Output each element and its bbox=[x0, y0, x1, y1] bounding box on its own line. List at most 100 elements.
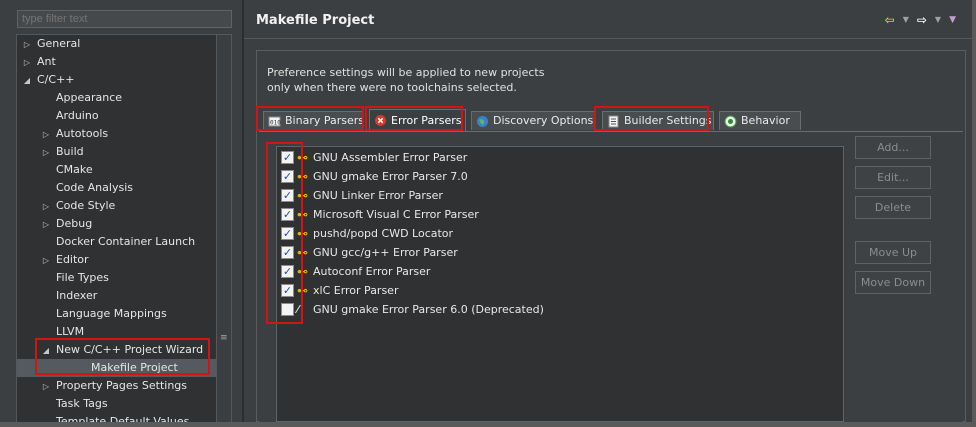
add-button[interactable]: Add... bbox=[855, 136, 931, 159]
error-parser-list[interactable]: ✓ ⊷ GNU Assembler Error Parser ✓ ⊷ GNU gmake … bbox=[276, 146, 844, 422]
tab-bar: 010 Binary Parsers Error Parsers Discove… bbox=[259, 109, 959, 131]
tab-label: Behavior bbox=[741, 114, 790, 127]
parser-label: GNU gcc/g++ Error Parser bbox=[313, 246, 458, 259]
preferences-tree: ▷ General ▷ Ant ◢ C/C++ Appearance Arduino ▷ Auto… bbox=[16, 34, 216, 427]
error-icon bbox=[374, 114, 387, 127]
tree-item[interactable]: ▷ Debug bbox=[17, 215, 216, 233]
move-down-button[interactable]: Move Down bbox=[855, 271, 931, 294]
parser-icon: ⊷ bbox=[297, 189, 308, 202]
tree-item-label: Docker Container Launch bbox=[56, 235, 196, 248]
tree-item[interactable]: ▷ Ant bbox=[17, 53, 216, 71]
move-up-button[interactable]: Move Up bbox=[855, 241, 931, 264]
tree-item[interactable]: LLVM bbox=[17, 323, 216, 341]
tree-item[interactable]: Docker Container Launch bbox=[17, 233, 216, 251]
tree-item[interactable]: ▷ General bbox=[17, 35, 216, 53]
tree-item[interactable]: ▷ Editor bbox=[17, 251, 216, 269]
info-message: Preference settings will be applied to n… bbox=[267, 65, 544, 95]
parser-checkbox[interactable]: ✓ bbox=[281, 189, 294, 202]
parser-checkbox[interactable]: ✓ bbox=[281, 265, 294, 278]
tree-item[interactable]: ▷ Code Style bbox=[17, 197, 216, 215]
expand-icon[interactable]: ▷ bbox=[40, 252, 52, 270]
edit-button[interactable]: Edit... bbox=[855, 166, 931, 189]
parser-row[interactable]: ✓ ⊷ pushd/popd CWD Locator bbox=[281, 224, 453, 243]
delete-button[interactable]: Delete bbox=[855, 196, 931, 219]
tree-item[interactable]: Arduino bbox=[17, 107, 216, 125]
parser-icon: ⊷ bbox=[297, 170, 308, 183]
parser-row[interactable]: ✓⁄ GNU gmake Error Parser 6.0 (Deprecated… bbox=[281, 300, 544, 319]
tab-builder-settings[interactable]: Builder Settings bbox=[602, 111, 714, 130]
svg-text:010: 010 bbox=[270, 119, 281, 126]
parser-checkbox[interactable]: ✓ bbox=[281, 303, 294, 316]
filter-input[interactable] bbox=[17, 10, 232, 28]
parser-checkbox[interactable]: ✓ bbox=[281, 227, 294, 240]
tree-item[interactable]: File Types bbox=[17, 269, 216, 287]
tree-item-label: Code Style bbox=[56, 199, 116, 212]
back-arrow-icon[interactable]: ⇦ bbox=[885, 13, 895, 27]
header-separator bbox=[244, 38, 972, 39]
expand-icon[interactable]: ▷ bbox=[40, 216, 52, 234]
tree-item[interactable]: ◢ C/C++ bbox=[17, 71, 216, 89]
parser-icon: ⊷ bbox=[297, 227, 308, 240]
tree-item-label: Template Default Values bbox=[56, 415, 190, 427]
parser-row[interactable]: ✓ ⊷ GNU gmake Error Parser 7.0 bbox=[281, 167, 468, 186]
expand-icon[interactable]: ▷ bbox=[40, 198, 52, 216]
tree-item[interactable]: ▷ Build bbox=[17, 143, 216, 161]
parser-checkbox[interactable]: ✓ bbox=[281, 151, 294, 164]
forward-arrow-icon[interactable]: ⇨ bbox=[917, 13, 927, 27]
tree-item[interactable]: Indexer bbox=[17, 287, 216, 305]
forward-dropdown-icon[interactable]: ▼ bbox=[935, 13, 941, 27]
parser-icon: ⊷ bbox=[297, 246, 308, 259]
parser-label: pushd/popd CWD Locator bbox=[313, 227, 454, 240]
tab-discovery-options[interactable]: Discovery Options bbox=[471, 111, 596, 130]
parser-checkbox[interactable]: ✓ bbox=[281, 246, 294, 259]
parser-checkbox[interactable]: ✓ bbox=[281, 208, 294, 221]
tab-error-parsers[interactable]: Error Parsers bbox=[369, 109, 466, 131]
scroll-grip-icon[interactable]: ≡ bbox=[220, 334, 228, 347]
tree-item-label: Language Mappings bbox=[56, 307, 167, 320]
expand-icon[interactable]: ▷ bbox=[40, 378, 52, 396]
view-menu-icon[interactable]: ▼ bbox=[949, 13, 956, 27]
tab-label: Binary Parsers bbox=[285, 114, 364, 127]
expand-icon[interactable]: ▷ bbox=[40, 144, 52, 162]
tree-item[interactable]: ▷ Autotools bbox=[17, 125, 216, 143]
tree-scrollbar[interactable]: ≡ bbox=[216, 34, 232, 422]
content-panel: Preference settings will be applied to n… bbox=[256, 50, 966, 422]
parser-row[interactable]: ✓ ⊷ GNU gcc/g++ Error Parser bbox=[281, 243, 458, 262]
collapse-icon[interactable]: ◢ bbox=[21, 72, 33, 90]
parser-row[interactable]: ✓ ⊷ GNU Linker Error Parser bbox=[281, 186, 443, 205]
tree-item[interactable]: CMake bbox=[17, 161, 216, 179]
tree-item-label: General bbox=[37, 37, 81, 50]
tree-item[interactable]: Task Tags bbox=[17, 395, 216, 413]
preferences-navigation: ▷ General ▷ Ant ◢ C/C++ Appearance Arduino ▷ Auto… bbox=[0, 0, 242, 427]
parser-row[interactable]: ✓ ⊷ GNU Assembler Error Parser bbox=[281, 148, 467, 167]
tab-binary-parsers[interactable]: 010 Binary Parsers bbox=[263, 111, 364, 130]
tree-item-label: Build bbox=[56, 145, 84, 158]
parser-checkbox[interactable]: ✓ bbox=[281, 284, 294, 297]
back-dropdown-icon[interactable]: ▼ bbox=[903, 13, 909, 27]
tree-item[interactable]: Code Analysis bbox=[17, 179, 216, 197]
settings-doc-icon bbox=[607, 115, 620, 128]
tree-item[interactable]: Template Default Values bbox=[17, 413, 216, 427]
collapse-icon[interactable]: ◢ bbox=[40, 342, 52, 360]
tree-item-label: Appearance bbox=[56, 91, 123, 104]
parser-row[interactable]: ✓ ⊷ Autoconf Error Parser bbox=[281, 262, 430, 281]
tab-label: Builder Settings bbox=[624, 114, 712, 127]
parser-label: GNU Assembler Error Parser bbox=[313, 151, 468, 164]
parser-row[interactable]: ✓ ⊷ xlC Error Parser bbox=[281, 281, 398, 300]
deprecated-parser-icon: ⁄ bbox=[297, 303, 299, 316]
tab-behavior[interactable]: Behavior bbox=[719, 111, 801, 130]
expand-icon[interactable]: ▷ bbox=[21, 54, 33, 72]
tree-item[interactable]: ◢ New C/C++ Project Wizard bbox=[17, 341, 216, 359]
parser-label: GNU Linker Error Parser bbox=[313, 189, 443, 202]
parser-checkbox[interactable]: ✓ bbox=[281, 170, 294, 183]
tree-item-label: Debug bbox=[56, 217, 93, 230]
expand-icon[interactable]: ▷ bbox=[40, 126, 52, 144]
tree-item[interactable]: Makefile Project bbox=[17, 359, 216, 377]
parser-row[interactable]: ✓ ⊷ Microsoft Visual C Error Parser bbox=[281, 205, 479, 224]
tree-item[interactable]: ▷ Property Pages Settings bbox=[17, 377, 216, 395]
tree-item[interactable]: Appearance bbox=[17, 89, 216, 107]
expand-icon[interactable]: ▷ bbox=[21, 36, 33, 54]
parser-label: Microsoft Visual C Error Parser bbox=[313, 208, 479, 221]
info-line-2: only when there were no toolchains selec… bbox=[267, 81, 517, 94]
tree-item[interactable]: Language Mappings bbox=[17, 305, 216, 323]
